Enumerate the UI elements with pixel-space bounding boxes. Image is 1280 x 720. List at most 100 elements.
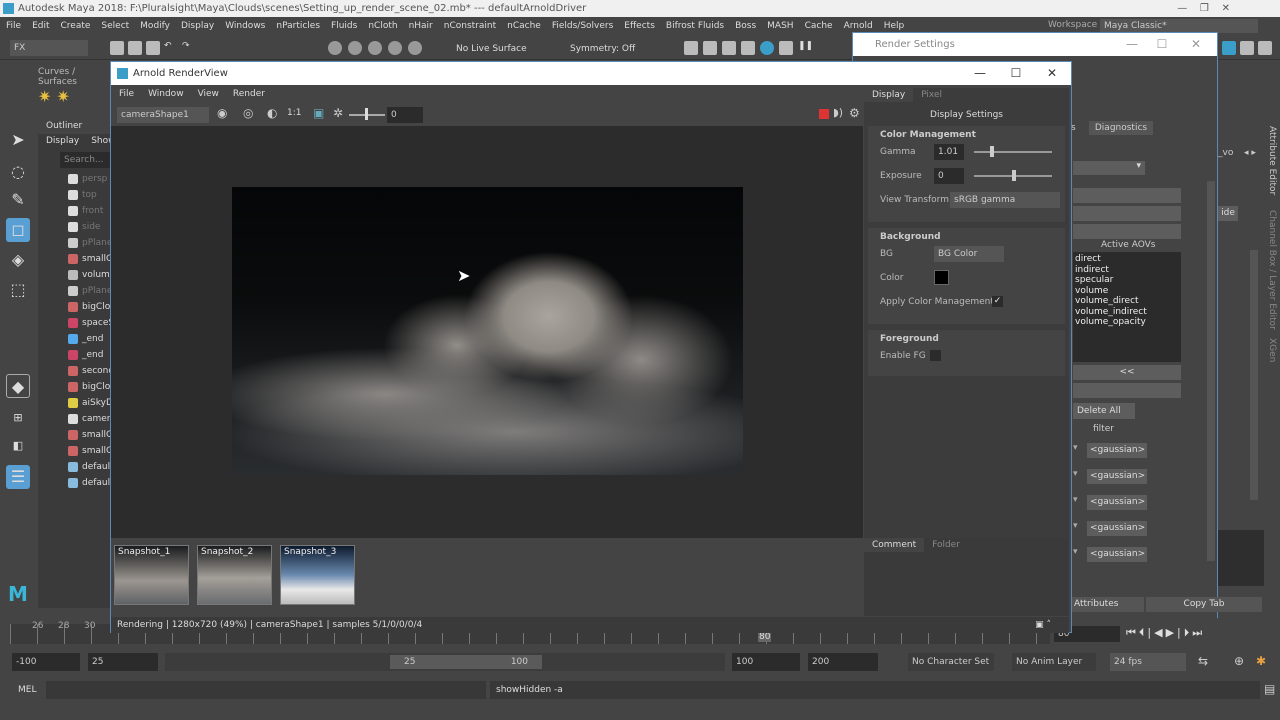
filter-select[interactable]: <gaussian> — [1087, 469, 1147, 484]
dropdown-arrow-icon[interactable]: ▾ — [1073, 547, 1078, 557]
save-scene-icon[interactable] — [146, 41, 160, 55]
exposure-icon[interactable]: ✲ — [333, 106, 343, 120]
playback-start-field[interactable]: 25 — [88, 653, 158, 671]
active-aovs-list[interactable]: direct indirect specular volume volume_direc… — [1073, 252, 1181, 362]
aov-item[interactable]: indirect — [1075, 265, 1181, 276]
rv-menu-render[interactable]: Render — [233, 85, 265, 103]
minimize-button[interactable]: — — [1117, 33, 1147, 56]
aov-item[interactable]: direct — [1075, 254, 1181, 265]
outliner-item[interactable]: spaceS — [38, 315, 110, 331]
rv-menu-file[interactable]: File — [119, 85, 134, 103]
playback-controls[interactable]: ⏮⏴|◀▶|⏵⏭ — [1126, 626, 1205, 640]
ipr-icon[interactable]: ◗) — [833, 106, 843, 119]
dropdown-arrow-icon[interactable]: ▾ — [1073, 495, 1078, 505]
menu-fluids[interactable]: Fluids — [331, 21, 357, 31]
snap-grid-icon[interactable] — [328, 41, 342, 55]
attributes-button[interactable]: Attributes — [1072, 597, 1144, 612]
character-set-select[interactable]: No Character Set — [908, 653, 994, 671]
aov-item[interactable]: volume_direct — [1075, 296, 1181, 307]
dropdown-arrow-icon[interactable]: ▾ — [1073, 443, 1078, 453]
four-view-layout-icon[interactable]: ⊞ — [6, 406, 30, 430]
snap-surface-icon[interactable] — [408, 41, 422, 55]
side-tab-attribute-editor[interactable]: Attribute Editor — [1267, 126, 1277, 195]
gamma-field[interactable]: 1.01 — [934, 144, 964, 160]
copy-tab-button[interactable]: Copy Tab — [1146, 597, 1262, 612]
render-frame-icon[interactable] — [703, 41, 717, 55]
animation-prefs-icon[interactable]: ✱ — [1256, 654, 1266, 668]
outliner-item[interactable]: aiSkyDome — [38, 395, 110, 411]
menu-nconstraint[interactable]: nConstraint — [444, 21, 496, 31]
menu-modify[interactable]: Modify — [140, 21, 170, 31]
filter-select[interactable]: <gaussian> — [1087, 443, 1147, 458]
shelf-tab[interactable]: Curves / Surfaces — [38, 67, 110, 87]
outliner-item[interactable]: volume — [38, 267, 110, 283]
minimize-button[interactable]: — — [965, 62, 995, 85]
outliner-item[interactable]: defaultObjectSet — [38, 475, 110, 491]
playback-end-field[interactable]: 100 — [732, 653, 800, 671]
bg-select[interactable]: BG Color — [934, 246, 1004, 262]
render-icon[interactable]: ◉ — [217, 106, 227, 120]
menu-help[interactable]: Help — [884, 21, 905, 31]
bg-color-swatch[interactable] — [934, 270, 949, 285]
preset-dropdown[interactable]: ▾ — [1073, 161, 1145, 175]
nav-arrows[interactable]: ◂ ▸ — [1244, 148, 1256, 158]
key-prefs-icon[interactable]: ⊕ — [1234, 654, 1244, 668]
close-button[interactable]: ✕ — [1037, 62, 1067, 85]
outliner-item[interactable]: smallCloud — [38, 251, 110, 267]
open-scene-icon[interactable] — [128, 41, 142, 55]
exposure-display-handle[interactable] — [1012, 170, 1016, 181]
menuset-select[interactable]: FX — [10, 40, 88, 56]
outliner-item[interactable]: _end — [38, 331, 110, 347]
new-scene-icon[interactable] — [110, 41, 124, 55]
scale-tool-icon[interactable]: ⬚ — [6, 278, 30, 302]
outliner-item[interactable]: camera — [38, 411, 110, 427]
stop-render-icon[interactable] — [819, 109, 829, 119]
pause-icon[interactable]: ❚❚ — [798, 41, 813, 55]
dropdown-arrow-icon[interactable]: ▾ — [1073, 469, 1078, 479]
menu-boss[interactable]: Boss — [735, 21, 756, 31]
snapshot-thumbnail[interactable]: Snapshot_1 — [114, 545, 189, 605]
menu-nhair[interactable]: nHair — [409, 21, 433, 31]
outliner-item[interactable]: pPlane — [38, 235, 110, 251]
outliner-item[interactable]: smallCloud — [38, 427, 110, 443]
snap-curve-icon[interactable] — [348, 41, 362, 55]
anim-layer-select[interactable]: No Anim Layer — [1012, 653, 1096, 671]
two-view-layout-icon[interactable]: ◧ — [6, 434, 30, 458]
outliner-item[interactable]: top — [38, 187, 110, 203]
aov-item[interactable]: volume_indirect — [1075, 307, 1181, 318]
menu-ncloth[interactable]: nCloth — [368, 21, 397, 31]
shelf-light-icons[interactable]: ✷ ✷ — [38, 87, 70, 106]
zoom-ratio[interactable]: 1:1 — [287, 108, 301, 118]
menu-windows[interactable]: Windows — [225, 21, 265, 31]
filter-select[interactable]: <gaussian> — [1087, 521, 1147, 536]
snap-point-icon[interactable] — [368, 41, 382, 55]
redo-icon[interactable]: ↷ — [182, 41, 196, 55]
menu-effects[interactable]: Effects — [624, 21, 655, 31]
filter-select[interactable]: <gaussian> — [1087, 547, 1147, 562]
menu-fieldssolvers[interactable]: Fields/Solvers — [552, 21, 613, 31]
menu-ncache[interactable]: nCache — [507, 21, 541, 31]
maximize-button[interactable]: ☐ — [1001, 62, 1031, 85]
menu-cache[interactable]: Cache — [805, 21, 833, 31]
render-view-icon[interactable] — [684, 41, 698, 55]
outliner-item[interactable]: smallCloud — [38, 443, 110, 459]
apply-cm-checkbox[interactable]: ✓ — [992, 296, 1003, 307]
filter-select[interactable]: <gaussian> — [1087, 495, 1147, 510]
side-tab-xgen[interactable]: XGen — [1267, 338, 1277, 362]
anim-start-field[interactable]: -100 — [12, 653, 80, 671]
render-viewport[interactable]: ➤ — [111, 126, 863, 538]
gamma-slider-handle[interactable] — [990, 146, 994, 157]
menu-edit[interactable]: Edit — [32, 21, 49, 31]
status-toggle-icon[interactable]: ▣ ˄ — [1035, 617, 1051, 633]
rv-menu-view[interactable]: View — [198, 85, 219, 103]
delete-all-button[interactable]: Delete All — [1073, 403, 1135, 419]
hypershade-icon[interactable] — [760, 41, 774, 55]
outliner-item[interactable]: defaultLightSet — [38, 459, 110, 475]
aov-item[interactable]: specular — [1075, 275, 1181, 286]
attr-scrollbar[interactable] — [1250, 250, 1258, 500]
lasso-tool-icon[interactable]: ◌ — [6, 160, 30, 184]
tab-comment[interactable]: Comment — [864, 538, 925, 552]
snap-view-icon[interactable] — [388, 41, 402, 55]
menu-display[interactable]: Display — [181, 21, 214, 31]
render-settings-icon[interactable] — [741, 41, 755, 55]
